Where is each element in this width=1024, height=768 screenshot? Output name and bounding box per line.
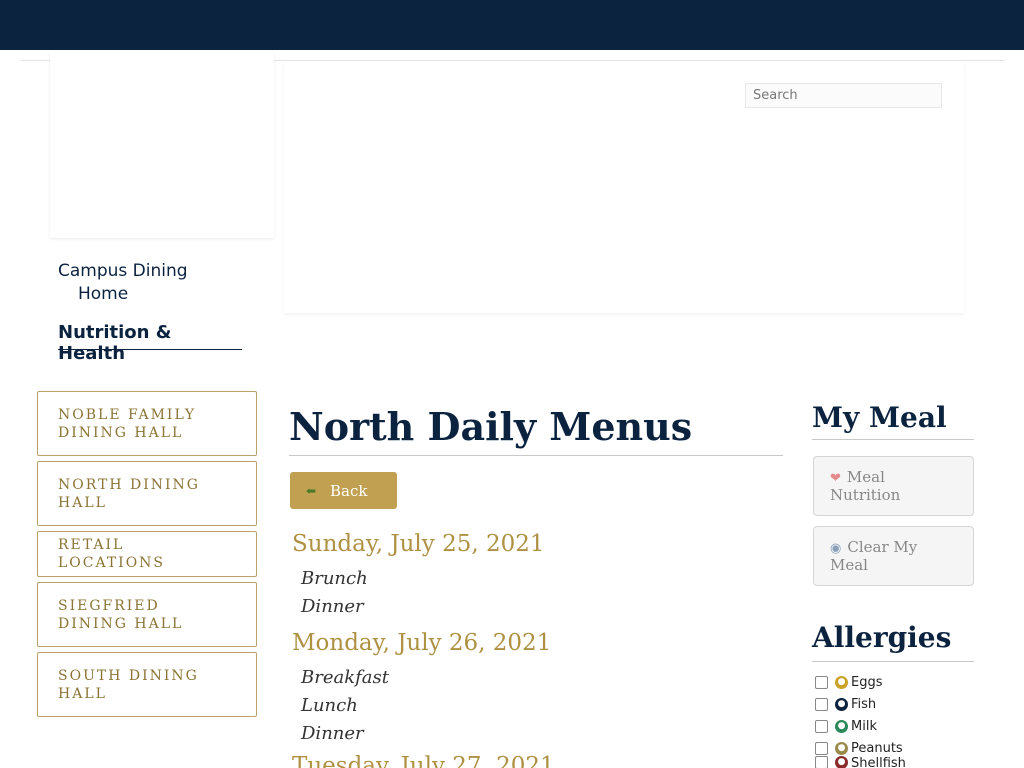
allergy-eggs[interactable]: ● Eggs xyxy=(815,672,883,692)
allergy-milk[interactable]: ● Milk xyxy=(815,716,877,736)
allergy-peanuts[interactable]: ● Peanuts xyxy=(815,738,903,758)
day-heading-sunday[interactable]: Sunday, July 25, 2021 xyxy=(292,531,545,557)
fish-icon: ● xyxy=(835,697,848,711)
nutrition-health-link[interactable]: Nutrition & Health xyxy=(58,322,242,364)
meal-link-dinner[interactable]: Dinner xyxy=(301,723,364,744)
allergy-checkbox[interactable] xyxy=(815,697,828,711)
meal-link-dinner[interactable]: Dinner xyxy=(301,596,364,617)
day-heading-tuesday[interactable]: Tuesday, July 27, 2021 xyxy=(292,753,555,768)
search-input[interactable] xyxy=(745,83,942,108)
meal-nutrition-button[interactable]: ❤ Meal Nutrition xyxy=(813,456,974,516)
top-header-bar xyxy=(0,0,1024,50)
sidebar-item-siegfried-dining-hall[interactable]: Siegfried Dining Hall xyxy=(37,582,257,647)
allergy-checkbox[interactable] xyxy=(815,719,828,733)
allergy-label: Fish xyxy=(851,696,877,712)
back-arrow-icon: ⬅ xyxy=(306,483,317,498)
page-title: North Daily Menus xyxy=(289,404,693,449)
allergies-divider xyxy=(812,661,974,662)
title-divider xyxy=(289,455,783,456)
campus-dining-home-link[interactable]: Campus Dining Home xyxy=(58,260,228,306)
sidebar-item-south-dining-hall[interactable]: South Dining Hall xyxy=(37,652,257,717)
allergy-checkbox[interactable] xyxy=(815,675,828,689)
allergy-shellfish[interactable]: ● Shellfish xyxy=(815,756,906,768)
my-meal-divider xyxy=(812,439,974,440)
plate-icon: ◉ xyxy=(830,541,842,556)
site-logo-area[interactable] xyxy=(50,52,274,238)
allergy-label: Milk xyxy=(851,718,877,734)
heart-icon: ❤ xyxy=(830,471,841,486)
meal-link-lunch[interactable]: Lunch xyxy=(301,695,358,716)
day-heading-monday[interactable]: Monday, July 26, 2021 xyxy=(292,630,551,656)
sidebar-item-north-dining-hall[interactable]: North Dining Hall xyxy=(37,461,257,526)
allergy-label: Eggs xyxy=(851,674,883,690)
sidebar-item-retail-locations[interactable]: Retail Locations xyxy=(37,531,257,577)
my-meal-heading: My Meal xyxy=(812,401,947,434)
back-button-label: Back xyxy=(330,481,368,500)
clear-my-meal-button[interactable]: ◉ Clear My Meal xyxy=(813,526,974,586)
milk-icon: ● xyxy=(835,719,848,733)
clear-my-meal-label: Clear My Meal xyxy=(830,538,918,574)
dining-locations-nav: Noble Family Dining Hall North Dining Ha… xyxy=(37,391,257,722)
allergy-label: Shellfish xyxy=(851,756,906,768)
allergy-checkbox[interactable] xyxy=(815,741,828,755)
allergy-fish[interactable]: ● Fish xyxy=(815,694,876,714)
back-button[interactable]: ⬅ Back xyxy=(290,472,397,509)
shellfish-icon: ● xyxy=(835,756,848,768)
allergy-checkbox[interactable] xyxy=(815,756,828,768)
allergies-heading: Allergies xyxy=(812,621,952,654)
allergy-label: Peanuts xyxy=(851,740,903,756)
sidebar-item-noble-family-dining-hall[interactable]: Noble Family Dining Hall xyxy=(37,391,257,456)
peanut-icon: ● xyxy=(835,741,848,755)
meal-link-brunch[interactable]: Brunch xyxy=(301,568,368,589)
meal-link-breakfast[interactable]: Breakfast xyxy=(301,667,389,688)
egg-icon: ● xyxy=(835,675,848,689)
